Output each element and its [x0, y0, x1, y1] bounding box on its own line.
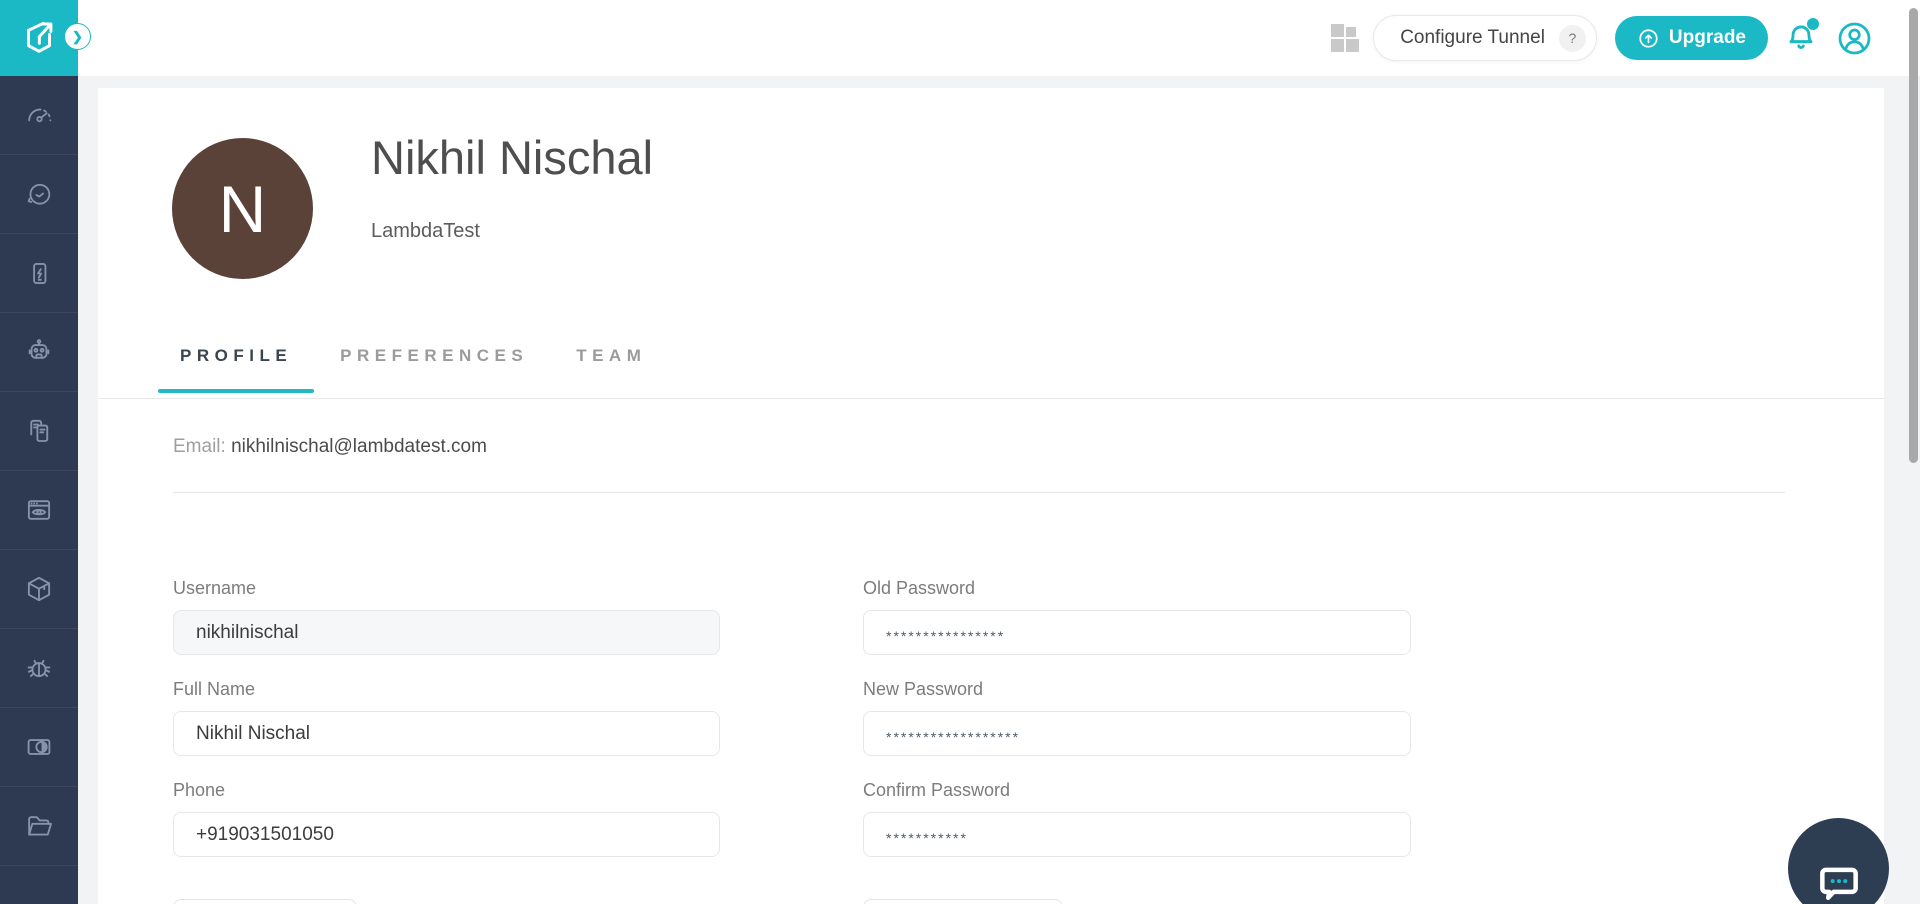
email-divider	[173, 492, 1785, 493]
package-icon	[23, 573, 55, 605]
tunnel-help-icon[interactable]: ?	[1559, 25, 1586, 52]
email-label: Email:	[173, 436, 226, 457]
contrast-screenshot-icon	[23, 731, 55, 763]
tab-profile[interactable]: PROFILE	[158, 330, 314, 392]
mobile-lightning-icon	[24, 258, 55, 289]
full-name-field-group: Full Name	[173, 679, 720, 756]
upgrade-button[interactable]: Upgrade	[1615, 16, 1768, 60]
history-clock-icon	[24, 179, 55, 210]
full-name-input[interactable]	[173, 711, 720, 756]
sidebar	[0, 0, 78, 904]
sidebar-nav	[0, 76, 78, 866]
username-input[interactable]	[173, 610, 720, 655]
avatar-initial: N	[219, 171, 267, 247]
confirm-password-input[interactable]	[863, 812, 1411, 857]
folder-icon	[23, 810, 55, 842]
profile-form-left-column: Username Full Name Phone	[173, 578, 720, 904]
email-value: nikhilnischal@lambdatest.com	[231, 436, 487, 457]
chevron-right-icon: ❯	[72, 29, 83, 45]
username-field-group: Username	[173, 578, 720, 655]
tab-preferences[interactable]: PREFERENCES	[318, 330, 550, 392]
configure-tunnel-label: Configure Tunnel	[1400, 27, 1545, 49]
sidebar-collapse-toggle[interactable]: ❯	[64, 23, 91, 50]
main-content: N Nikhil Nischal LambdaTest PROFILE PREF…	[78, 76, 1920, 904]
phone-label: Phone	[173, 780, 720, 801]
profile-name: Nikhil Nischal	[371, 130, 653, 185]
new-password-field-group: New Password	[863, 679, 1411, 756]
email-row: Email: nikhilnischal@lambdatest.com	[173, 436, 487, 458]
tab-team[interactable]: TEAM	[554, 330, 668, 392]
lambdatest-logo-icon	[18, 17, 60, 59]
notifications-button[interactable]	[1784, 20, 1818, 56]
vertical-scrollbar[interactable]	[1909, 8, 1918, 463]
sidebar-item-history[interactable]	[0, 155, 78, 234]
profile-card: N Nikhil Nischal LambdaTest PROFILE PREF…	[98, 88, 1884, 904]
apps-grid-icon[interactable]	[1331, 24, 1359, 52]
sidebar-item-bug[interactable]	[0, 629, 78, 708]
phone-field-group: Phone	[173, 780, 720, 857]
sidebar-item-contrast[interactable]	[0, 708, 78, 787]
old-password-field-group: Old Password	[863, 578, 1411, 655]
sidebar-item-package[interactable]	[0, 550, 78, 629]
sidebar-item-browser-visual[interactable]	[0, 471, 78, 550]
account-menu-button[interactable]	[1836, 20, 1873, 57]
new-password-label: New Password	[863, 679, 1411, 700]
profile-company: LambdaTest	[371, 220, 480, 243]
new-password-input[interactable]	[863, 711, 1411, 756]
sidebar-item-folder[interactable]	[0, 787, 78, 866]
bug-icon	[23, 652, 55, 684]
notification-badge-dot	[1807, 18, 1819, 30]
profile-form-right-column: Old Password New Password Confirm Passwo…	[863, 578, 1411, 904]
sidebar-item-mobile-testing[interactable]	[0, 234, 78, 313]
update-profile-button-cutoff[interactable]	[173, 899, 357, 904]
devices-icon	[23, 415, 55, 447]
sidebar-item-devices[interactable]	[0, 392, 78, 471]
profile-avatar: N	[172, 138, 313, 279]
top-header: Configure Tunnel ? Upgrade	[78, 0, 1920, 76]
profile-tabs: PROFILE PREFERENCES TEAM	[158, 330, 672, 392]
old-password-input[interactable]	[863, 610, 1411, 655]
update-password-button-cutoff[interactable]	[863, 899, 1063, 904]
tabs-divider	[98, 398, 1884, 399]
chat-bubble-icon	[1812, 855, 1866, 904]
confirm-password-field-group: Confirm Password	[863, 780, 1411, 857]
user-avatar-icon	[1836, 20, 1873, 57]
robot-icon	[23, 336, 55, 368]
confirm-password-label: Confirm Password	[863, 780, 1411, 801]
upgrade-label: Upgrade	[1669, 27, 1746, 49]
speedometer-icon	[24, 100, 55, 131]
configure-tunnel-button[interactable]: Configure Tunnel ?	[1373, 15, 1597, 61]
phone-input[interactable]	[173, 812, 720, 857]
upgrade-arrow-icon	[1637, 27, 1660, 50]
browser-eye-icon	[23, 494, 55, 526]
old-password-label: Old Password	[863, 578, 1411, 599]
sidebar-item-speedometer[interactable]	[0, 76, 78, 155]
sidebar-item-robot[interactable]	[0, 313, 78, 392]
username-label: Username	[173, 578, 720, 599]
full-name-label: Full Name	[173, 679, 720, 700]
lambdatest-profile-page: ❯ Configure Tunnel ? Upgrade	[0, 0, 1920, 904]
